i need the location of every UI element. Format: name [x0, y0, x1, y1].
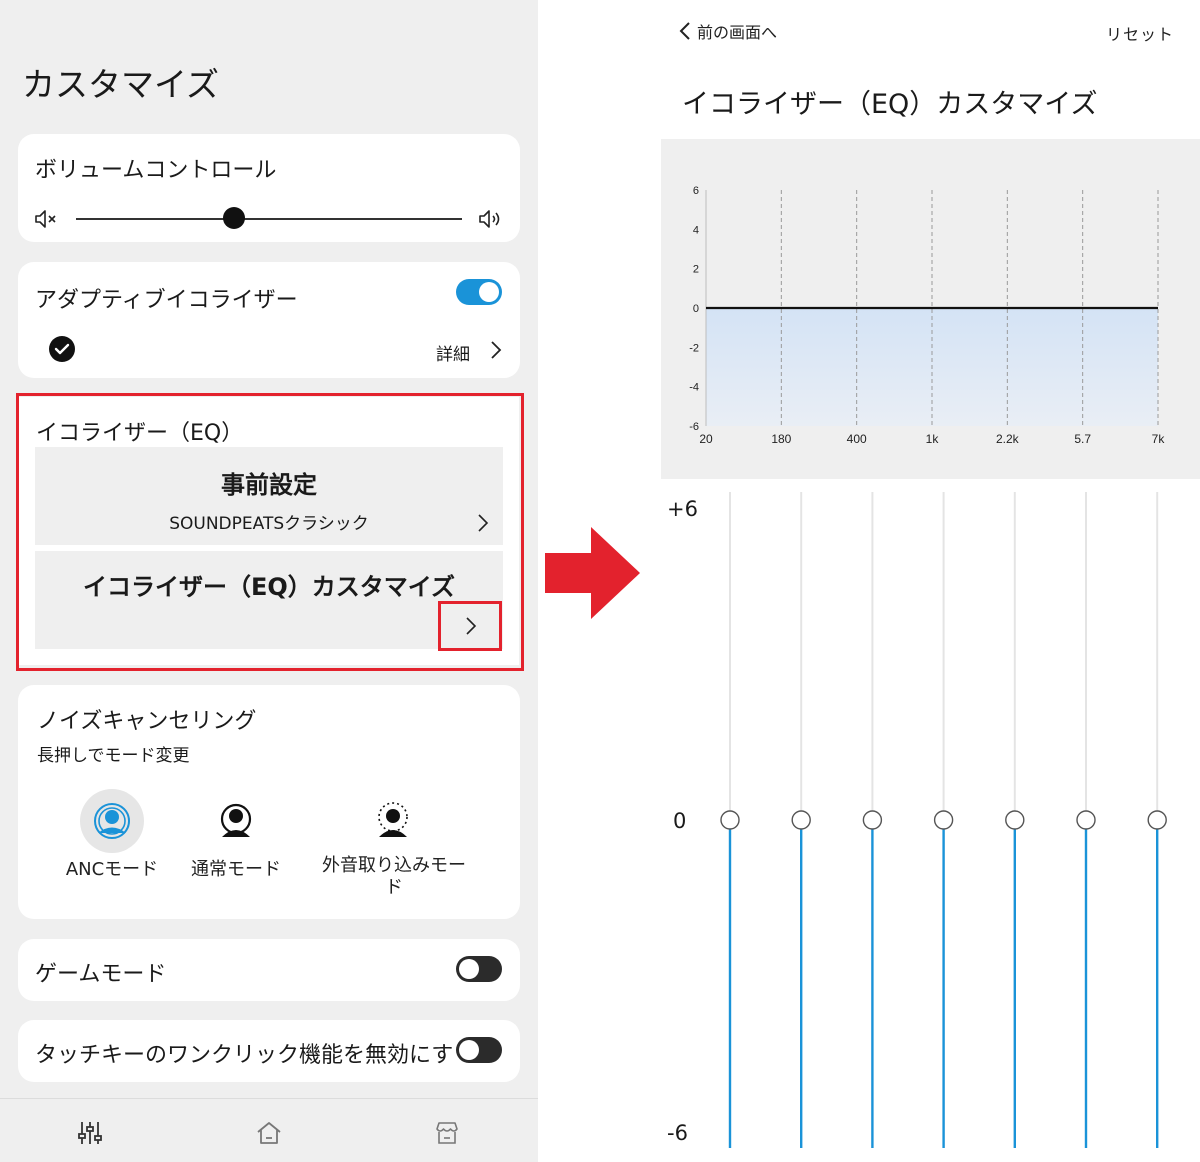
band-slider-thumb[interactable]: [1005, 810, 1025, 830]
x-tick-label: 5.7: [1074, 432, 1091, 446]
chevron-right-icon[interactable]: [490, 340, 502, 360]
eq-curve-chart: 6420-2-4-620 180 400 1k 2.2k 5.7 7k: [689, 185, 1166, 446]
arrow-right-icon: [545, 527, 640, 619]
volume-slider-thumb[interactable]: [223, 207, 246, 229]
chevron-left-icon: [679, 22, 690, 40]
touch-key-toggle[interactable]: [456, 1037, 502, 1063]
reset-button[interactable]: リセット: [1106, 21, 1174, 45]
home-icon[interactable]: [255, 1119, 283, 1147]
y-tick-label: 4: [693, 224, 699, 236]
y-tick-label: -2: [689, 342, 699, 354]
check-icon: [49, 336, 75, 362]
game-mode-toggle[interactable]: [456, 956, 502, 982]
y-tick-label: 2: [693, 264, 699, 276]
touch-key-title: タッチキーのワンクリック機能を無効にす: [35, 1043, 454, 1068]
volume-slider-track[interactable]: [76, 218, 462, 220]
touch-key-card: タッチキーのワンクリック機能を無効にす: [18, 1020, 520, 1082]
anc-mode-icon[interactable]: [80, 789, 144, 853]
anc-mode-label[interactable]: ANCモード: [48, 855, 176, 881]
chevron-right-icon[interactable]: [465, 616, 477, 636]
y-tick-label: 0: [693, 303, 699, 315]
y-tick-label: 6: [693, 185, 699, 197]
x-tick-label: 400: [847, 432, 867, 446]
band-slider-thumb[interactable]: [1147, 810, 1167, 830]
bottom-nav: [0, 1098, 538, 1162]
normal-mode-label[interactable]: 通常モード: [174, 855, 298, 881]
noise-cancel-title: ノイズキャンセリング: [37, 709, 257, 734]
x-tick-label: 1k: [926, 432, 940, 446]
band-slider-thumb[interactable]: [791, 810, 811, 830]
page-title: イコライザー（EQ）カスタマイズ: [682, 89, 1098, 120]
adaptive-eq-detail-link[interactable]: 詳細: [436, 340, 470, 365]
eq-customize-screen: 前の画面へ リセット イコライザー（EQ）カスタマイズ 6 4 2 0 -2 -4 -6 20…: [661, 0, 1200, 1162]
speaker-mute-icon[interactable]: [34, 208, 60, 230]
eq-customize-chevron-highlight[interactable]: [438, 601, 502, 651]
ambient-mode-label[interactable]: 外音取り込みモード: [314, 855, 474, 899]
back-label: 前の画面へ: [697, 23, 778, 42]
band-slider-thumb[interactable]: [1076, 810, 1096, 830]
eq-graph: 6 4 2 0 -2 -4 -6 20 180 400 1k 2.2k 5.7 7k: [661, 139, 1200, 479]
equalizer-icon[interactable]: [76, 1119, 104, 1147]
band-slider-thumb[interactable]: [862, 810, 883, 830]
x-tick-label: 20: [699, 432, 713, 446]
normal-mode-icon[interactable]: [204, 789, 268, 853]
adaptive-eq-toggle[interactable]: [456, 279, 502, 305]
noise-cancel-subtitle: 長押しでモード変更: [37, 746, 190, 766]
x-tick-label: 2.2k: [996, 432, 1020, 446]
adaptive-eq-title: アダプティブイコライザー: [35, 288, 298, 313]
band-slider-thumb[interactable]: [720, 810, 740, 830]
band-sliders: [720, 492, 1167, 1148]
game-mode-title: ゲームモード: [35, 962, 167, 987]
ambient-mode-icon[interactable]: [361, 789, 425, 853]
customize-screen: カスタマイズ ボリュームコントロール アダプティブイコライザー 詳細 イコライザ…: [0, 0, 538, 1162]
volume-card: ボリュームコントロール: [18, 134, 520, 242]
back-button[interactable]: 前の画面へ: [679, 20, 777, 42]
adaptive-eq-card: アダプティブイコライザー 詳細: [18, 262, 520, 378]
x-tick-label: 180: [771, 432, 791, 446]
band-slider-thumb[interactable]: [933, 810, 954, 830]
noise-cancel-card: ノイズキャンセリング 長押しでモード変更 ANCモード 通常モード 外音取り込み…: [18, 685, 520, 919]
store-icon[interactable]: [433, 1119, 461, 1147]
page-title: カスタマイズ: [22, 65, 220, 104]
game-mode-card: ゲームモード: [18, 939, 520, 1001]
y-tick-label: -4: [689, 382, 699, 394]
x-tick-label: 7k: [1152, 432, 1166, 446]
volume-title: ボリュームコントロール: [35, 158, 277, 183]
speaker-loud-icon[interactable]: [478, 208, 504, 230]
y-tick-label: -6: [689, 421, 699, 433]
